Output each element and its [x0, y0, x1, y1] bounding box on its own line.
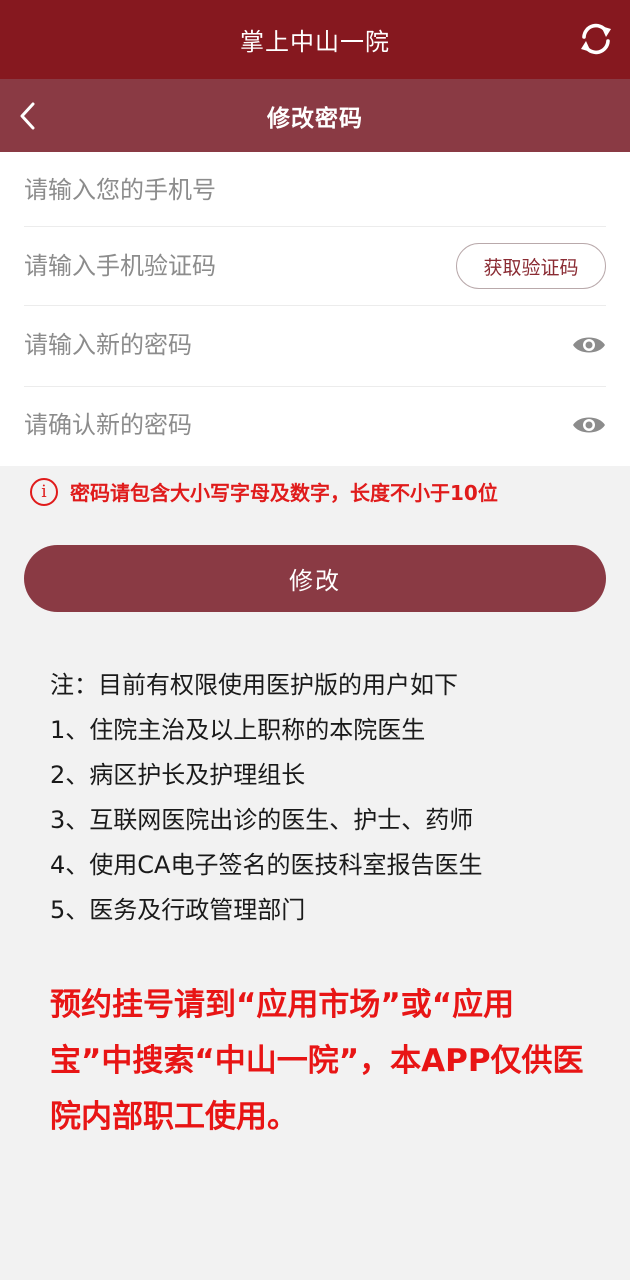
- confirm-password-row: [24, 405, 606, 445]
- phone-input[interactable]: [24, 170, 606, 210]
- info-icon: i: [30, 477, 58, 506]
- password-hint: i 密码请包含大小写字母及数字，长度不小于10位: [30, 477, 620, 506]
- back-button[interactable]: [10, 97, 46, 135]
- notes-heading: 注：目前有权限使用医护版的用户如下: [50, 671, 458, 699]
- phone-row: [24, 170, 606, 210]
- note-item: 5、医务及行政管理部门: [50, 896, 306, 924]
- eye-icon: [573, 417, 605, 433]
- get-code-button[interactable]: 获取验证码: [456, 243, 606, 289]
- chevron-left-icon: [20, 102, 35, 130]
- confirm-password-input[interactable]: [24, 405, 572, 445]
- hint-text: 密码请包含大小写字母及数字，长度不小于10位: [70, 481, 498, 505]
- refresh-icon: [581, 23, 611, 55]
- note-item: 4、使用CA电子签名的医技科室报告医生: [50, 851, 483, 879]
- refresh-button[interactable]: [576, 19, 616, 59]
- page-title: 修改密码: [267, 105, 363, 132]
- eye-icon: [573, 337, 605, 353]
- password-form: 获取验证码: [0, 152, 630, 466]
- verification-code-input[interactable]: [24, 246, 456, 286]
- note-item: 3、互联网医院出诊的医生、护士、药师: [50, 806, 474, 834]
- divider: [24, 226, 606, 227]
- submit-button[interactable]: 修改: [24, 545, 606, 612]
- app-header: 掌上中山一院: [0, 0, 630, 79]
- permission-notes: 注：目前有权限使用医护版的用户如下 1、住院主治及以上职称的本院医生 2、病区护…: [50, 665, 610, 935]
- code-row: 获取验证码: [24, 243, 606, 289]
- new-password-input[interactable]: [24, 325, 572, 365]
- toggle-confirm-visibility[interactable]: [572, 413, 606, 437]
- new-password-row: [24, 325, 606, 365]
- divider: [24, 386, 606, 387]
- toggle-password-visibility[interactable]: [572, 333, 606, 357]
- app-title: 掌上中山一院: [240, 28, 390, 56]
- note-item: 1、住院主治及以上职称的本院医生: [50, 716, 426, 744]
- note-item: 2、病区护长及护理组长: [50, 761, 306, 789]
- divider: [24, 305, 606, 306]
- nav-bar: 修改密码: [0, 79, 630, 152]
- registration-warning: 预约挂号请到“应用市场”或“应用宝”中搜索“中山一院”，本APP仅供医院内部职工…: [50, 987, 584, 1135]
